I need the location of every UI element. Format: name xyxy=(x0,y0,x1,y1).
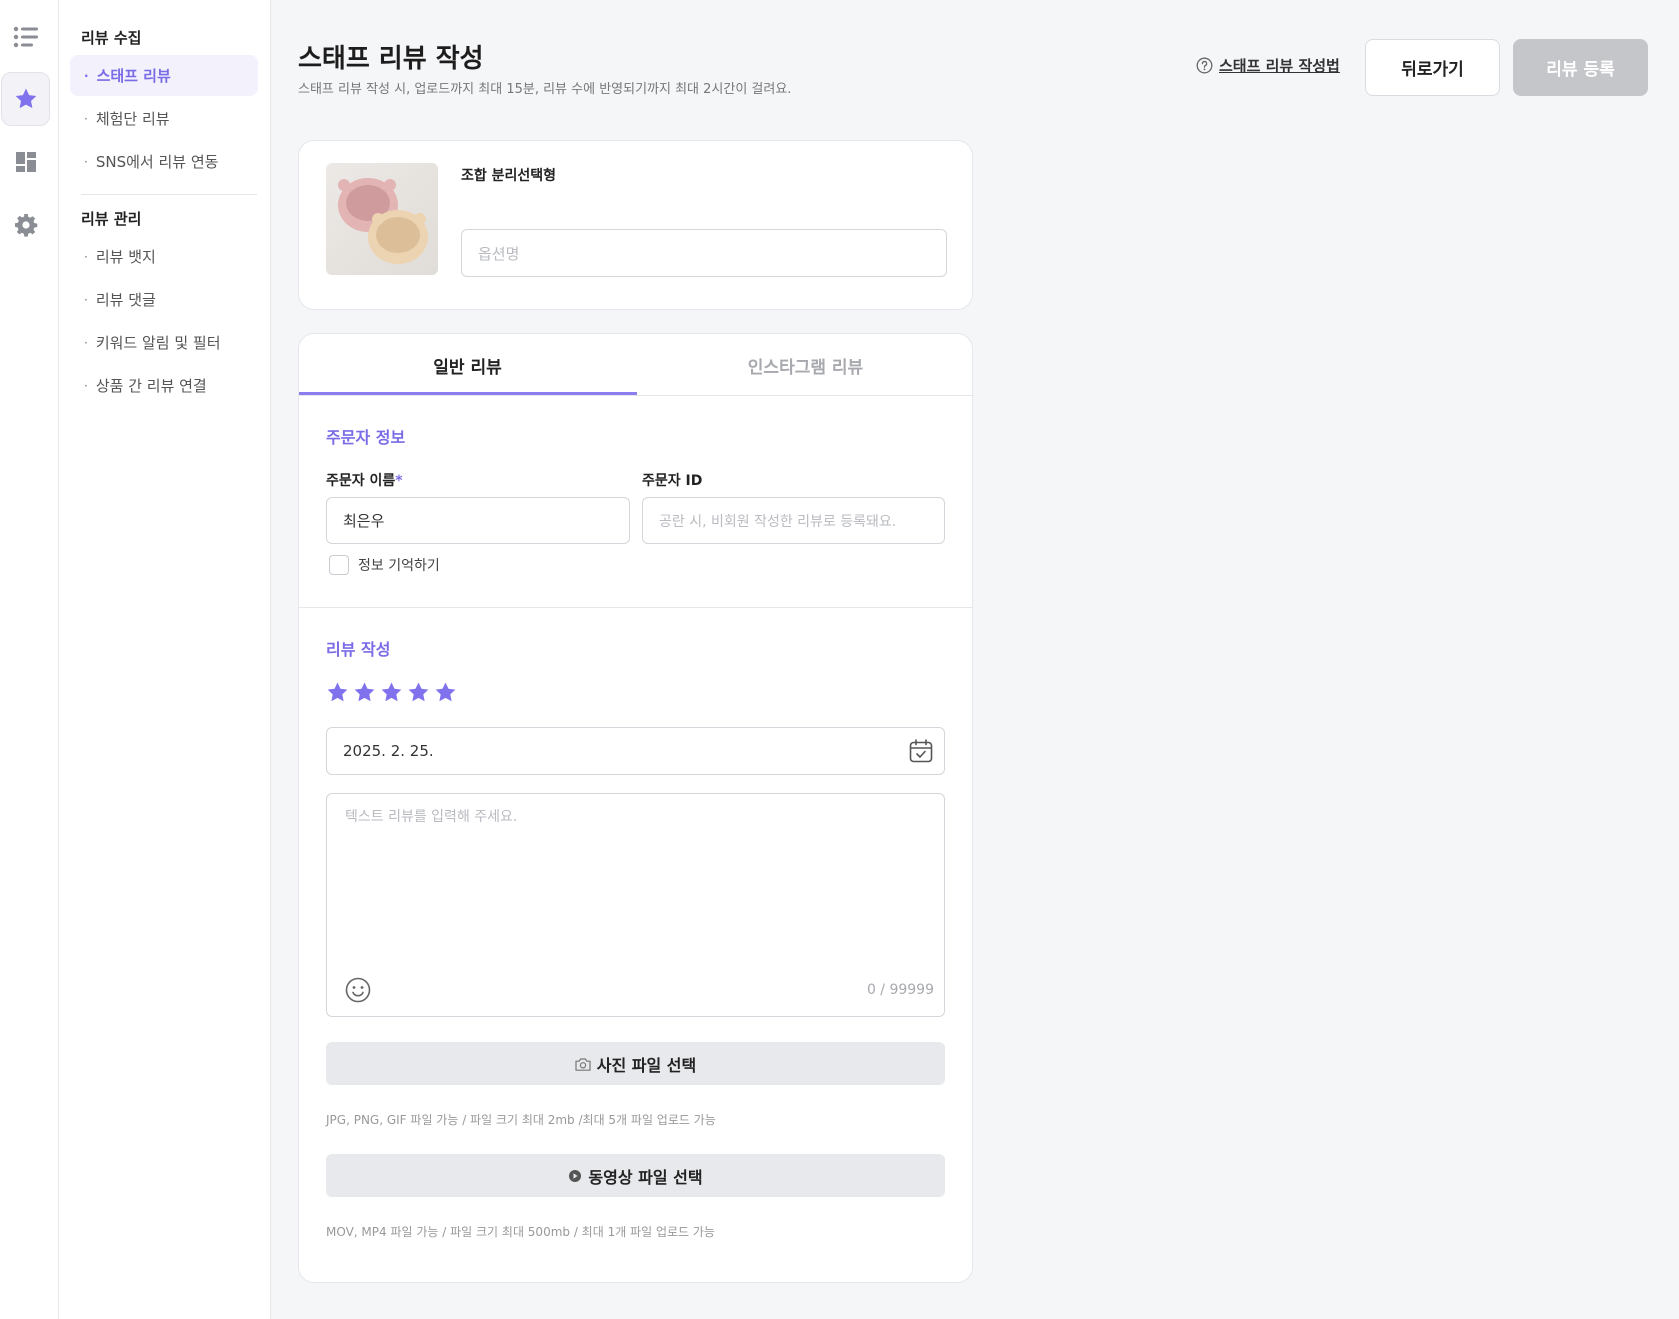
star-icon[interactable] xyxy=(1,72,50,126)
star-icon[interactable] xyxy=(407,681,430,704)
gear-icon[interactable] xyxy=(1,198,50,252)
star-icon[interactable] xyxy=(380,681,403,704)
product-card: 조합 분리선택형 옵션명 xyxy=(298,140,973,310)
tab-instagram-review[interactable]: 인스타그램 리뷰 xyxy=(637,334,972,396)
checkbox[interactable] xyxy=(329,555,349,575)
sidebar-item-sns-review[interactable]: · SNS에서 리뷰 연동 xyxy=(70,141,258,182)
video-file-button[interactable]: 동영상 파일 선택 xyxy=(326,1154,945,1197)
dashboard-icon[interactable] xyxy=(1,135,50,189)
sidebar-item-keyword-filter[interactable]: · 키워드 알림 및 필터 xyxy=(70,322,258,363)
page-description: 스태프 리뷰 작성 시, 업로드까지 최대 15분, 리뷰 수에 반영되기까지 … xyxy=(298,82,792,97)
orderer-section-title: 주문자 정보 xyxy=(326,428,406,447)
star-icon[interactable] xyxy=(353,681,376,704)
review-form-card: 일반 리뷰 인스타그램 리뷰 주문자 정보 주문자 이름* 주문자 ID 최은우… xyxy=(298,333,973,1283)
help-icon xyxy=(1196,57,1213,74)
group-title-management: 리뷰 관리 xyxy=(81,210,142,228)
active-tab-indicator xyxy=(299,392,637,395)
orderer-id-label: 주문자 ID xyxy=(642,473,703,489)
sidebar-item-review-comment[interactable]: · 리뷰 댓글 xyxy=(70,279,258,320)
play-icon xyxy=(569,1169,582,1182)
star-icon[interactable] xyxy=(434,681,457,704)
sidebar-item-staff-review[interactable]: · 스태프 리뷰 xyxy=(70,55,258,96)
list-icon[interactable] xyxy=(1,10,50,64)
review-tabs: 일반 리뷰 인스타그램 리뷰 xyxy=(299,334,972,396)
photo-file-button[interactable]: 사진 파일 선택 xyxy=(326,1042,945,1085)
guide-link[interactable]: 스태프 리뷰 작성법 xyxy=(1196,55,1340,76)
review-text-area[interactable]: 텍스트 리뷰를 입력해 주세요. 0 / 99999 xyxy=(326,793,945,1017)
orderer-name-label: 주문자 이름* xyxy=(326,473,403,489)
icon-rail xyxy=(0,0,59,1319)
review-sidebar: 리뷰 수집 · 스태프 리뷰 · 체험단 리뷰 · SNS에서 리뷰 연동 리뷰 관리… xyxy=(59,0,271,1319)
sidebar-item-experience-review[interactable]: · 체험단 리뷰 xyxy=(70,98,258,139)
back-button[interactable]: 뒤로가기 xyxy=(1365,39,1500,96)
page-title: 스태프 리뷰 작성 xyxy=(298,44,484,74)
option-name-input[interactable]: 옵션명 xyxy=(461,229,947,277)
option-type-label: 조합 분리선택형 xyxy=(461,168,557,184)
submit-review-button[interactable]: 리뷰 등록 xyxy=(1513,39,1648,96)
review-section-title: 리뷰 작성 xyxy=(326,640,391,659)
emoji-icon[interactable] xyxy=(345,977,371,1003)
product-thumbnail xyxy=(326,163,438,275)
video-hint: MOV, MP4 파일 가능 / 파일 크기 최대 500mb / 최대 1개 … xyxy=(326,1225,715,1239)
camera-icon xyxy=(575,1057,591,1071)
photo-hint: JPG, PNG, GIF 파일 가능 / 파일 크기 최대 2mb /최대 5… xyxy=(326,1113,716,1127)
star-rating[interactable] xyxy=(326,681,457,704)
tab-general-review[interactable]: 일반 리뷰 xyxy=(299,334,636,396)
section-divider xyxy=(299,607,972,608)
calendar-icon[interactable] xyxy=(908,738,934,764)
sidebar-item-review-badge[interactable]: · 리뷰 뱃지 xyxy=(70,236,258,277)
group-title-collection: 리뷰 수집 xyxy=(81,29,142,47)
remember-info-checkbox[interactable]: 정보 기억하기 xyxy=(329,555,440,575)
review-date-input[interactable]: 2025. 2. 25. xyxy=(326,727,945,775)
orderer-id-input[interactable]: 공란 시, 비회원 작성한 리뷰로 등록돼요. xyxy=(642,497,945,544)
star-icon[interactable] xyxy=(326,681,349,704)
char-count: 0 / 99999 xyxy=(866,982,934,998)
sidebar-divider xyxy=(81,194,257,195)
orderer-name-input[interactable]: 최은우 xyxy=(326,497,630,544)
sidebar-item-review-link[interactable]: · 상품 간 리뷰 연결 xyxy=(70,365,258,406)
